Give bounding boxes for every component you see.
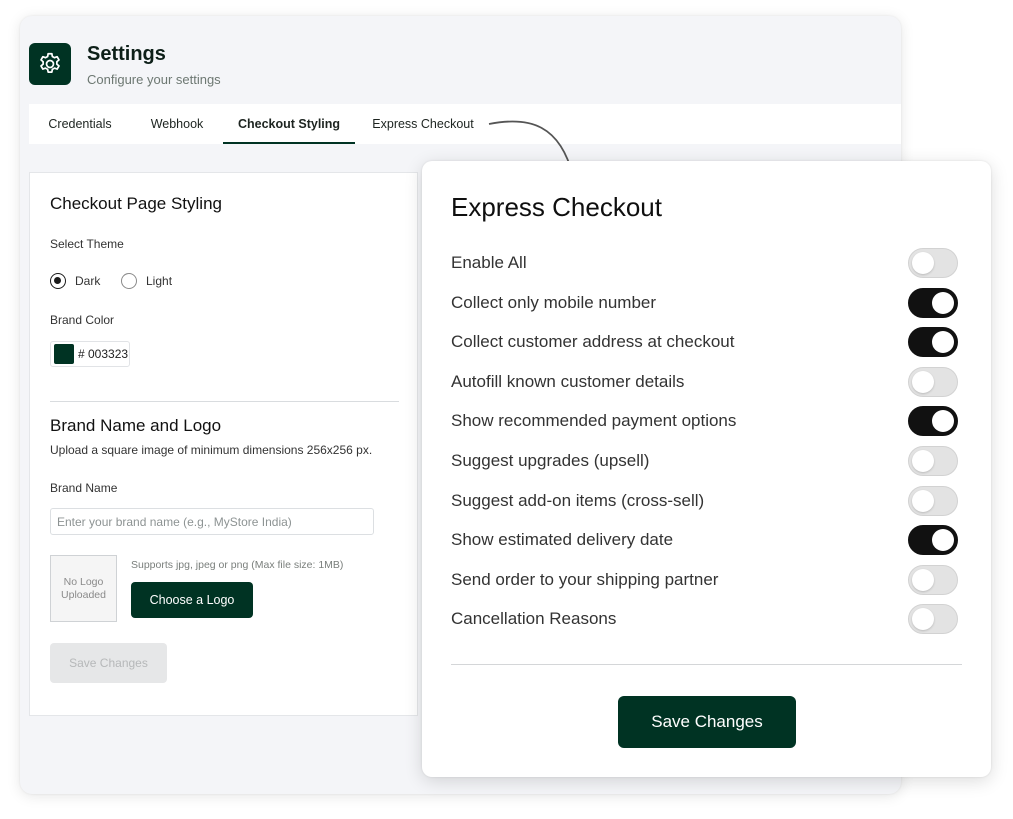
brand-color-value: # 003323 [78, 347, 129, 361]
option-label: Autofill known customer details [451, 372, 685, 391]
toggle-knob [912, 569, 934, 591]
option-row-customer-address: Collect customer address at checkout [451, 327, 958, 359]
panel-title: Express Checkout [451, 192, 662, 222]
express-checkout-panel: Express Checkout Enable All Collect only… [422, 161, 991, 777]
toggle-delivery-date[interactable] [908, 525, 958, 555]
option-row-cancellation-reasons: Cancellation Reasons [451, 604, 958, 636]
logo-preview: No Logo Uploaded [50, 555, 117, 622]
brand-name-label: Brand Name [50, 481, 118, 495]
toggle-autofill[interactable] [908, 367, 958, 397]
radio-unchecked-icon [121, 273, 137, 289]
card-heading: Checkout Page Styling [50, 194, 222, 213]
option-label: Cancellation Reasons [451, 609, 617, 628]
choose-logo-button[interactable]: Choose a Logo [131, 582, 253, 618]
option-row-autofill: Autofill known customer details [451, 367, 958, 399]
option-row-mobile-number: Collect only mobile number [451, 288, 958, 320]
brand-section-hint: Upload a square image of minimum dimensi… [50, 443, 373, 457]
toggle-knob [932, 292, 954, 314]
option-row-shipping-partner: Send order to your shipping partner [451, 565, 958, 597]
toggle-upsell[interactable] [908, 446, 958, 476]
option-label: Collect only mobile number [451, 293, 657, 312]
save-changes-button[interactable]: Save Changes [618, 696, 796, 748]
option-row-delivery-date: Show estimated delivery date [451, 525, 958, 557]
theme-dark-radio[interactable]: Dark [50, 273, 100, 289]
toggle-recommended-payment[interactable] [908, 406, 958, 436]
toggle-knob [912, 490, 934, 512]
select-theme-label: Select Theme [50, 237, 124, 251]
toggle-mobile-number[interactable] [908, 288, 958, 318]
radio-checked-icon [50, 273, 66, 289]
tab-credentials[interactable]: Credentials [29, 104, 131, 144]
tab-express-checkout[interactable]: Express Checkout [355, 104, 491, 144]
brand-color-swatch [54, 344, 74, 364]
option-label: Show estimated delivery date [451, 530, 674, 549]
toggle-knob [932, 410, 954, 432]
toggle-knob [912, 450, 934, 472]
toggle-customer-address[interactable] [908, 327, 958, 357]
toggle-shipping-partner[interactable] [908, 565, 958, 595]
option-row-enable-all: Enable All [451, 248, 958, 280]
toggle-knob [912, 252, 934, 274]
gear-icon [29, 43, 71, 85]
theme-dark-label: Dark [75, 274, 101, 288]
toggle-knob [932, 529, 954, 551]
brand-name-input[interactable] [50, 508, 374, 535]
theme-light-radio[interactable]: Light [121, 273, 172, 289]
tab-checkout-styling[interactable]: Checkout Styling [223, 104, 355, 144]
checkout-styling-card: Checkout Page Styling Select Theme Dark … [29, 172, 418, 716]
brand-section-heading: Brand Name and Logo [50, 416, 222, 435]
option-label: Send order to your shipping partner [451, 570, 719, 589]
brand-color-picker[interactable]: # 003323 [50, 341, 130, 367]
option-label: Show recommended payment options [451, 411, 737, 430]
panel-divider [451, 664, 962, 665]
toggle-knob [912, 608, 934, 630]
tab-bar: Credentials Webhook Checkout Styling Exp… [29, 104, 901, 144]
section-divider [50, 401, 399, 402]
toggle-enable-all[interactable] [908, 248, 958, 278]
theme-light-label: Light [146, 274, 173, 288]
option-label: Enable All [451, 253, 527, 272]
toggle-cancellation-reasons[interactable] [908, 604, 958, 634]
option-label: Collect customer address at checkout [451, 332, 735, 351]
page-subtitle: Configure your settings [87, 72, 221, 87]
page-title: Settings [87, 43, 166, 65]
brand-color-label: Brand Color [50, 313, 115, 327]
option-row-cross-sell: Suggest add-on items (cross-sell) [451, 486, 958, 518]
toggle-cross-sell[interactable] [908, 486, 958, 516]
toggle-knob [912, 371, 934, 393]
option-label: Suggest upgrades (upsell) [451, 451, 650, 470]
save-changes-button-disabled[interactable]: Save Changes [50, 643, 167, 683]
toggle-knob [932, 331, 954, 353]
option-row-recommended-payment: Show recommended payment options [451, 406, 958, 438]
tab-webhook[interactable]: Webhook [131, 104, 223, 144]
option-row-upsell: Suggest upgrades (upsell) [451, 446, 958, 478]
logo-support-text: Supports jpg, jpeg or png (Max file size… [131, 559, 344, 571]
option-label: Suggest add-on items (cross-sell) [451, 491, 705, 510]
